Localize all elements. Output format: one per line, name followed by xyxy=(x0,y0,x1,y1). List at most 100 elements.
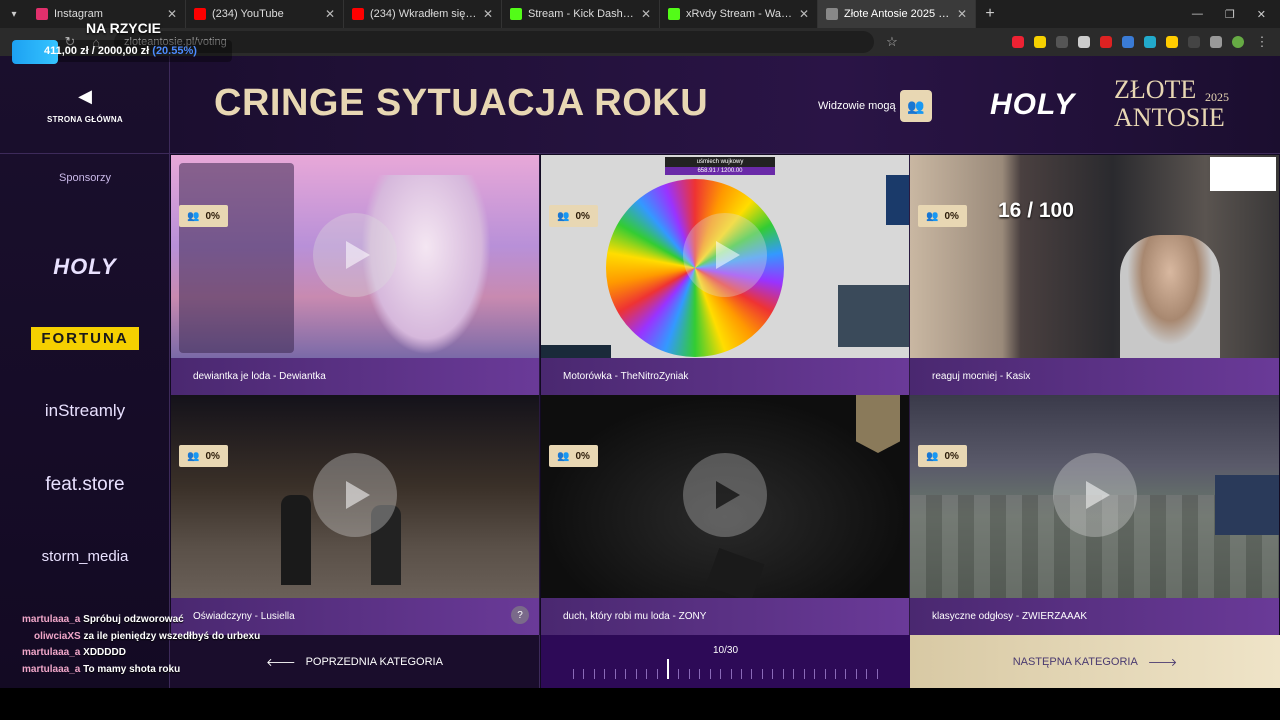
tab-search-icon[interactable]: ▾ xyxy=(0,0,28,28)
next-category-button[interactable]: NASTĘPNA KATEGORIA 🡒 xyxy=(910,635,1280,688)
progress-tick[interactable] xyxy=(646,669,648,679)
progress-tick[interactable] xyxy=(834,669,836,679)
window-controls: — ❐ ✕ xyxy=(1192,8,1280,21)
progress-tick[interactable] xyxy=(761,669,763,679)
tab-kick-dashboard[interactable]: Stream - Kick Dashboard ✕ xyxy=(502,0,660,28)
close-icon[interactable]: ✕ xyxy=(167,7,177,21)
play-button[interactable] xyxy=(313,213,397,297)
extension-icon[interactable] xyxy=(1100,36,1112,48)
extension-icon[interactable] xyxy=(1012,36,1024,48)
donation-goal-text: 411,00 zł / 2000,00 zł (20.55%) xyxy=(44,45,197,57)
nominee-caption: reaguj mocniej - Kasix xyxy=(910,358,1279,395)
progress-tick[interactable] xyxy=(625,669,627,679)
sponsor-featstore-logo[interactable]: feat.store xyxy=(0,474,170,496)
extension-icon[interactable] xyxy=(1188,36,1200,48)
progress-tick[interactable] xyxy=(688,669,690,679)
sponsor-instreamly-logo[interactable]: inStreamly xyxy=(0,401,170,421)
progress-tick[interactable] xyxy=(720,669,722,679)
close-icon[interactable]: ✕ xyxy=(957,7,967,21)
progress-tick[interactable] xyxy=(772,669,774,679)
sponsor-holy-logo[interactable]: HOLY xyxy=(0,254,170,280)
play-button[interactable] xyxy=(1052,453,1137,537)
progress-tick[interactable] xyxy=(635,669,637,679)
arrow-right-icon: 🡒 xyxy=(1147,656,1178,669)
nominee-card[interactable]: 16 / 100 👥 0% reaguj mocniej - Kasix xyxy=(910,155,1279,395)
restore-icon[interactable]: ❐ xyxy=(1225,8,1235,21)
nominee-card[interactable]: 👥 0% Oświadczyny - Lusiella ? xyxy=(171,395,540,635)
stream-chat-overlay: martulaaa_a Spróbuj odzworować oliwciaXS… xyxy=(22,612,260,678)
progress-tick[interactable] xyxy=(876,669,878,679)
donation-slash: / xyxy=(91,45,95,57)
progress-tick[interactable] xyxy=(604,669,606,679)
vote-percentage-badge: 👥 0% xyxy=(179,205,228,227)
progress-tick-current[interactable] xyxy=(666,659,669,679)
progress-tick[interactable] xyxy=(855,669,857,679)
caption-text: dewiantka je loda - Dewiantka xyxy=(193,371,326,382)
chat-username: martulaaa_a xyxy=(22,663,81,675)
progress-tick[interactable] xyxy=(741,669,742,679)
nominee-card[interactable]: uśmiech wujkowy 658.91 / 1200.00 👥 0% Mo… xyxy=(541,155,910,395)
caption-text: Motorówka - TheNitroZyniak xyxy=(563,371,689,382)
tab-kick-stream[interactable]: xRvdy Stream - Watch Live on K... ✕ xyxy=(660,0,818,28)
chat-text: za ile pieniędzy wszedłbyś do urbexu xyxy=(83,630,261,642)
close-icon[interactable]: ✕ xyxy=(325,7,335,21)
nominee-card[interactable]: 👥 0% duch, który robi mu loda - ZONY xyxy=(541,395,910,635)
progress-ticks[interactable] xyxy=(573,659,878,679)
extension-icon[interactable] xyxy=(1122,36,1134,48)
progress-tick[interactable] xyxy=(730,669,732,679)
chat-text: XDDDDD xyxy=(83,647,126,658)
extension-icon[interactable] xyxy=(1078,36,1090,48)
progress-tick[interactable] xyxy=(803,669,805,679)
home-button[interactable]: ◀ STRONA GŁÓWNA xyxy=(0,56,170,154)
webcam-image xyxy=(838,285,909,347)
progress-tick[interactable] xyxy=(709,669,711,679)
progress-tick[interactable] xyxy=(678,669,680,679)
progress-tick[interactable] xyxy=(845,669,847,679)
close-window-icon[interactable]: ✕ xyxy=(1257,8,1266,21)
tab-label: Instagram xyxy=(54,8,103,20)
progress-tick[interactable] xyxy=(751,669,753,679)
new-tab-icon[interactable]: + xyxy=(976,5,1004,23)
progress-tick[interactable] xyxy=(656,669,658,679)
chat-panel-image xyxy=(179,163,294,353)
progress-tick[interactable] xyxy=(793,669,795,679)
nominee-card[interactable]: 👥 0% dewiantka je loda - Dewiantka xyxy=(171,155,540,395)
extension-icon[interactable] xyxy=(1166,36,1178,48)
close-icon[interactable]: ✕ xyxy=(483,7,493,21)
wheel-value: 658.91 / 1200.00 xyxy=(665,167,775,175)
overlay-strip xyxy=(541,345,611,358)
profile-avatar[interactable] xyxy=(1232,36,1244,48)
vote-percent: 0% xyxy=(575,210,590,222)
close-icon[interactable]: ✕ xyxy=(641,7,651,21)
progress-tick[interactable] xyxy=(573,669,574,679)
tab-youtube[interactable]: (234) YouTube ✕ xyxy=(186,0,344,28)
play-button[interactable] xyxy=(313,453,397,537)
extensions-puzzle-icon[interactable] xyxy=(1210,36,1222,48)
person-image xyxy=(281,495,311,585)
progress-tick[interactable] xyxy=(699,669,701,679)
progress-tick[interactable] xyxy=(866,669,868,679)
close-icon[interactable]: ✕ xyxy=(799,7,809,21)
sponsor-stormmedia-logo[interactable]: storm_media xyxy=(0,548,170,565)
progress-tick[interactable] xyxy=(614,669,616,679)
help-icon[interactable]: ? xyxy=(511,606,529,624)
progress-tick[interactable] xyxy=(824,669,826,679)
minimize-icon[interactable]: — xyxy=(1192,8,1203,21)
nominee-card[interactable]: 👥 0% klasyczne odgłosy - ZWIERZAAAK xyxy=(910,395,1279,635)
progress-tick[interactable] xyxy=(814,669,816,679)
progress-tick[interactable] xyxy=(782,669,784,679)
play-button[interactable] xyxy=(683,213,767,297)
tab-zlote-antosie[interactable]: Złote Antosie 2025 - Największ... ✕ xyxy=(818,0,976,28)
menu-kebab-icon[interactable]: ⋮ xyxy=(1254,34,1270,50)
extension-icon[interactable] xyxy=(1034,36,1046,48)
bookmark-star-icon[interactable]: ☆ xyxy=(884,34,900,50)
play-button[interactable] xyxy=(683,453,767,537)
extension-icon[interactable] xyxy=(1056,36,1068,48)
tab-youtube-video[interactable]: (234) Wkradłem się na wyspę J... ✕ xyxy=(344,0,502,28)
progress-tick[interactable] xyxy=(583,669,585,679)
progress-tick[interactable] xyxy=(593,669,595,679)
progress-label: 10/30 xyxy=(712,645,739,656)
viewers-vote-button[interactable]: 👥 xyxy=(900,90,932,122)
extension-icon[interactable] xyxy=(1144,36,1156,48)
sponsor-fortuna-logo[interactable]: FORTUNA xyxy=(0,327,170,350)
